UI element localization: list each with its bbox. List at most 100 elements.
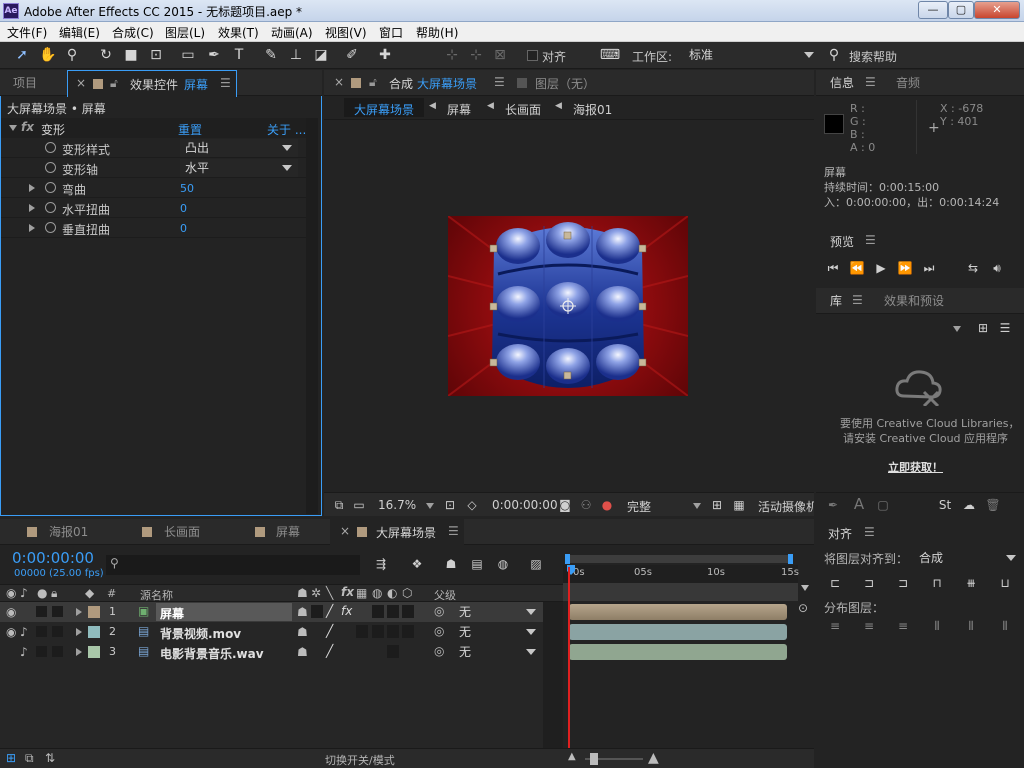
adjustment-switch[interactable]	[387, 605, 399, 618]
tab-audio[interactable]: 音频	[896, 70, 920, 96]
lock-toggle[interactable]	[52, 606, 63, 617]
layer-row[interactable]: ◉ 1 ▣ 屏幕 ☗ ╱ fx ◎ 无	[0, 602, 563, 622]
transparency-icon[interactable]: ▦	[730, 497, 748, 513]
fast-preview-icon[interactable]: ⊞	[708, 497, 726, 513]
layer-label-color[interactable]	[88, 626, 100, 638]
quality-switch-icon[interactable]: ╱	[326, 624, 333, 638]
axis-world-icon[interactable]: ⊹	[466, 46, 486, 65]
active-camera-dropdown[interactable]: 活动摄像机	[758, 498, 814, 515]
panel-menu-icon[interactable]: ☰	[865, 233, 876, 247]
distribute-bottom-icon[interactable]: ≡	[894, 618, 912, 634]
menu-edit[interactable]: 编辑(E)	[59, 24, 100, 41]
layer-row[interactable]: ♪ 3 ▤ 电影背景音乐.wav ☗ ╱ ◎ 无	[0, 642, 563, 662]
workspace-dropdown[interactable]: 标准	[684, 46, 820, 64]
tab-project[interactable]: 项目	[13, 70, 37, 96]
menu-composition[interactable]: 合成(C)	[112, 24, 154, 41]
shy-switch-icon[interactable]: ☗	[297, 645, 308, 659]
align-right-icon[interactable]: ⊐	[894, 575, 912, 591]
tab-effect-controls[interactable]: × 🔓︎ 效果控件 屏幕 ☰	[67, 70, 237, 97]
trash-icon[interactable]: 🗑︎	[984, 497, 1002, 513]
align-top-icon[interactable]: ⊓	[928, 575, 946, 591]
pick-whip-icon[interactable]: ◎	[434, 604, 444, 618]
rectangle-tool-icon[interactable]: ▭	[178, 46, 198, 65]
maximize-button[interactable]: ▢	[948, 1, 974, 19]
pan-behind-tool-icon[interactable]: ⊡	[146, 46, 166, 65]
hand-tool-icon[interactable]: ✋	[38, 46, 58, 65]
tab-layer-viewer[interactable]: 图层（无）	[535, 75, 595, 92]
camera-tool-icon[interactable]: ■	[121, 46, 141, 65]
clone-stamp-tool-icon[interactable]: ⊥	[286, 46, 306, 65]
tab-info[interactable]: 信息	[830, 70, 854, 96]
shy-switch-icon[interactable]: ☗	[297, 625, 308, 639]
bend-value[interactable]: 50	[180, 182, 194, 195]
layer-duration-bar[interactable]	[569, 644, 787, 660]
monitor-icon[interactable]: ▭	[350, 497, 368, 513]
menu-effect[interactable]: 效果(T)	[218, 24, 259, 41]
puppet-tool-icon[interactable]: ✚	[375, 46, 395, 65]
effect-about-button[interactable]: 关于 ...	[267, 121, 306, 138]
distribute-left-icon[interactable]: ⫴	[928, 618, 946, 634]
text-tool-icon[interactable]: T	[229, 46, 249, 65]
zoom-tool-icon[interactable]: ⚲	[62, 46, 82, 65]
chevron-down-icon[interactable]	[693, 503, 701, 509]
close-button[interactable]: ✕	[974, 1, 1020, 19]
zoom-out-mountain-icon[interactable]: ▲	[568, 751, 576, 762]
horizontal-distortion-value[interactable]: 0	[180, 202, 187, 215]
motion-blur-switch[interactable]	[372, 625, 384, 638]
draft-3d-icon[interactable]: ❖	[408, 556, 426, 572]
collapse-switch[interactable]	[311, 605, 323, 618]
distribute-top-icon[interactable]: ≡	[826, 618, 844, 634]
effect-controls-scrollbar[interactable]	[306, 118, 318, 514]
rotate-tool-icon[interactable]: ↻	[96, 46, 116, 65]
breadcrumb-comp-main[interactable]: 大屏幕场景	[354, 101, 414, 118]
axis-view-icon[interactable]: ⊠	[490, 46, 510, 65]
3d-switch[interactable]	[402, 625, 414, 638]
menu-window[interactable]: 窗口	[379, 24, 403, 41]
solo-toggle[interactable]	[36, 626, 47, 637]
stopwatch-icon[interactable]	[45, 162, 56, 173]
resolution-value[interactable]: 完整	[627, 498, 651, 515]
expand-triangle-icon[interactable]	[29, 184, 35, 192]
tab-main-comp[interactable]: × 大屏幕场景 ☰	[330, 519, 464, 545]
zoom-level[interactable]: 16.7%	[378, 498, 416, 512]
list-view-icon[interactable]: ☰	[996, 320, 1014, 336]
zoom-slider-thumb[interactable]	[590, 753, 598, 765]
expand-triangle-icon[interactable]	[76, 628, 82, 636]
minimize-button[interactable]: —	[918, 1, 948, 19]
adjustment-switch[interactable]	[387, 625, 399, 638]
selection-tool-icon[interactable]: ➚	[12, 46, 32, 65]
composition-mini-flowchart-icon[interactable]: ⇶	[372, 556, 390, 572]
parent-dropdown[interactable]: 无	[454, 643, 542, 661]
3d-switch[interactable]	[402, 605, 414, 618]
expand-triangle-icon[interactable]	[76, 608, 82, 616]
breadcrumb-comp-long[interactable]: 长画面	[505, 101, 541, 118]
previous-frame-icon[interactable]: ⏪	[848, 260, 866, 276]
distribute-vertical-center-icon[interactable]: ≡	[860, 618, 878, 634]
stopwatch-icon[interactable]	[45, 222, 56, 233]
frame-blending-icon[interactable]: ▤	[468, 556, 486, 572]
menu-animation[interactable]: 动画(A)	[271, 24, 313, 41]
distribute-horizontal-center-icon[interactable]: ⫴	[962, 618, 980, 634]
graph-editor-icon[interactable]: ▨	[527, 556, 545, 572]
motion-blur-icon[interactable]: ◍	[494, 556, 512, 572]
stock-icon[interactable]: St	[936, 497, 954, 513]
shy-layers-icon[interactable]: ☗	[442, 556, 460, 572]
panel-menu-icon[interactable]: ☰	[448, 524, 459, 538]
get-it-now-link[interactable]: 立即获取！	[888, 459, 943, 475]
roto-brush-tool-icon[interactable]: ✐	[342, 46, 362, 65]
tab-long-shot[interactable]: 长画面	[164, 519, 200, 545]
align-bottom-icon[interactable]: ⊔	[996, 575, 1014, 591]
layer-label-color[interactable]	[88, 646, 100, 658]
layer-row[interactable]: ◉ ♪ 2 ▤ 背景视频.mov ☗ ╱ ◎ 无	[0, 622, 563, 642]
fx-icon[interactable]: fx	[21, 120, 34, 134]
pick-whip-icon[interactable]: ◎	[434, 644, 444, 658]
timeline-timecode[interactable]: 0:00:00:00	[12, 549, 94, 567]
layer-name[interactable]: 背景视频.mov	[160, 625, 241, 642]
comp-button-icon[interactable]: ⊙	[798, 601, 808, 615]
composition-viewer-frame[interactable]	[448, 216, 688, 396]
panel-menu-icon[interactable]: ☰	[220, 76, 231, 90]
shy-switch-icon[interactable]: ☗	[297, 605, 308, 619]
brush-tool-icon[interactable]: ✎	[261, 46, 281, 65]
solo-toggle[interactable]	[36, 646, 47, 657]
add-color-icon[interactable]: ✒	[824, 497, 842, 513]
